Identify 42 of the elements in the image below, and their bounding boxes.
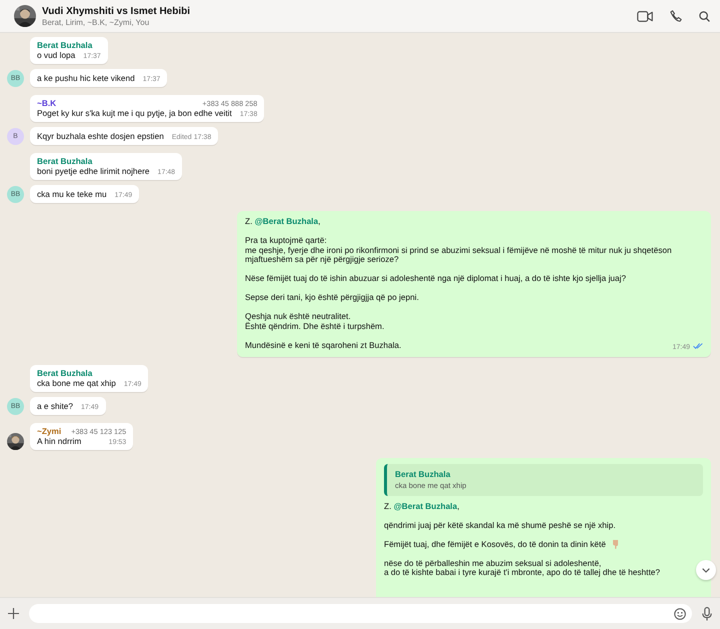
phone-icon <box>670 10 682 22</box>
message-paragraph: Z. @Berat Buzhala, <box>245 217 322 226</box>
emoji-button[interactable] <box>674 608 686 620</box>
message-paragraph: Pra ta kuptojmë qartë: me qeshje, fyerje dhe ironi po rikonfirmoni si prind se abuzimi seksual i fëmijëve në moshë të mitur nuk ju shqetëson mjaftueshëm sa për një përgjigje serioze? <box>245 236 673 264</box>
message-text: Poget ky kur s'ka kujt me i qu pytje, ja bon edhe veitit <box>37 108 232 118</box>
quoted-sender: Berat Buzhala <box>395 468 452 478</box>
scroll-down-button[interactable] <box>696 560 716 580</box>
message-paragraph: qëndrimi juaj për këtë skandal ka më shumë peshë se një xhip. <box>384 520 617 530</box>
phone-call-button[interactable] <box>670 10 682 22</box>
chat-members: Berat, Lirim, ~B.K, ~Zymi, You <box>42 18 150 26</box>
message-text: a ke pushu hic kete vikend <box>37 73 135 83</box>
message-paragraph: Qeshja nuk është neutralitet. Është qëndrim. Dhe është i turpshëm. <box>245 312 386 331</box>
sender-name: ~Zymi <box>37 426 62 436</box>
chat-title: Vudi Xhymshiti vs Ismet Hebibi <box>42 6 191 16</box>
message-paragraph: Fëmijët tuaj, dhe fëmijët e Kosovës, do të donin ta dinin këtë <box>384 540 703 549</box>
search-icon <box>699 10 710 22</box>
sender-name: Berat Buzhala <box>37 41 92 50</box>
message-text: A hin ndrrim <box>37 436 82 446</box>
message-text: boni pyetje edhe lirimit nojhere <box>37 166 150 176</box>
search-button[interactable] <box>699 10 710 22</box>
message-paragraph: nëse do të përballeshin me abuzim seksual si adoleshentë, a do të kishte babai i tyre kurajë t'i mbronte, apo do të tallej dhe të heshtte? <box>384 558 662 578</box>
message-paragraph: Nëse fëmijët tuaj do të ishin abuzuar si adoleshentë nga një diplomat i huaj, a do të ishte kjo sjellja juaj? <box>245 274 627 284</box>
message-paragraph: Sepse deri tani, kjo është përgjigjja që po jepni. <box>245 293 420 302</box>
attach-button[interactable] <box>8 608 19 619</box>
microphone-button[interactable] <box>702 606 712 620</box>
sender-name: Berat Buzhala <box>37 157 92 166</box>
message-input-field[interactable] <box>29 604 692 623</box>
video-camera-icon <box>637 10 653 22</box>
message-text: o vud lopa <box>37 50 76 60</box>
video-call-button[interactable] <box>637 10 653 22</box>
message-text: cka bone me qat xhip <box>37 378 116 388</box>
message-paragraph: Z. @Berat Buzhala, <box>384 502 460 511</box>
chevron-down-icon <box>702 568 710 572</box>
smiley-icon <box>674 608 686 620</box>
message-text: a e shite? <box>37 400 73 410</box>
microphone-icon <box>702 606 712 620</box>
sender-name: Berat Buzhala <box>37 368 92 378</box>
message-text: cka mu ke teke mu <box>37 189 107 199</box>
message-text: Kqyr buzhala eshte dosjen epstien <box>37 131 164 141</box>
message-paragraph: Mundësinë e keni të sqaroheni zt Buzhala. <box>245 341 402 350</box>
plus-icon <box>8 608 19 619</box>
sender-name: ~B.K <box>37 99 56 108</box>
